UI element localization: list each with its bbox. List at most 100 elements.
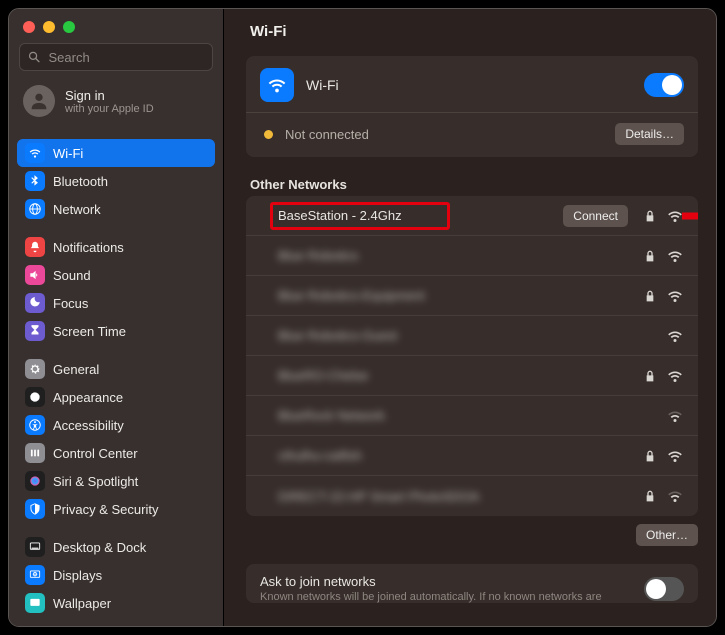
network-name: Blue Robotics-Equipment bbox=[278, 288, 634, 303]
network-row[interactable]: DIRECT-22-HP Smart PhotoSDOA bbox=[246, 476, 698, 516]
sidebar-item-privacy-security[interactable]: Privacy & Security bbox=[17, 495, 215, 523]
sidebar-item-bluetooth[interactable]: Bluetooth bbox=[17, 167, 215, 195]
wifi-icon bbox=[260, 68, 294, 102]
connect-button[interactable]: Connect bbox=[563, 205, 628, 227]
sidebar-item-accessibility[interactable]: Accessibility bbox=[17, 411, 215, 439]
sidebar-item-wi-fi[interactable]: Wi-Fi bbox=[17, 139, 215, 167]
sidebar-item-label: Notifications bbox=[53, 240, 124, 255]
network-name: cthulhu-catfish bbox=[278, 448, 634, 463]
search-icon bbox=[28, 50, 41, 64]
network-list: BaseStation - 2.4GhzConnect Blue Robotics… bbox=[246, 196, 698, 516]
ask-title: Ask to join networks bbox=[260, 574, 632, 589]
bluetooth-icon bbox=[25, 171, 45, 191]
network-name: BlueRock Network bbox=[278, 408, 634, 423]
sidebar-item-desktop-dock[interactable]: Desktop & Dock bbox=[17, 533, 215, 561]
close-window[interactable] bbox=[23, 21, 35, 33]
ask-to-join-panel: Ask to join networks Known networks will… bbox=[246, 564, 698, 603]
ask-toggle[interactable] bbox=[644, 577, 684, 601]
sidebar-item-appearance[interactable]: Appearance bbox=[17, 383, 215, 411]
sidebar-item-control-center[interactable]: Control Center bbox=[17, 439, 215, 467]
network-row[interactable]: BaseStation - 2.4GhzConnect bbox=[246, 196, 698, 236]
lock-icon bbox=[642, 288, 658, 304]
wifi-toggle[interactable] bbox=[644, 73, 684, 97]
sidebar-item-label: Siri & Spotlight bbox=[53, 474, 138, 489]
dock-icon bbox=[25, 537, 45, 557]
search-field[interactable] bbox=[19, 43, 213, 71]
privacy-icon bbox=[25, 499, 45, 519]
siri-icon bbox=[25, 471, 45, 491]
sidebar-item-label: Bluetooth bbox=[53, 174, 108, 189]
status-indicator bbox=[264, 130, 273, 139]
sidebar-item-notifications[interactable]: Notifications bbox=[17, 233, 215, 261]
sidebar-item-label: General bbox=[53, 362, 99, 377]
search-input[interactable] bbox=[47, 49, 205, 66]
gear-icon bbox=[25, 359, 45, 379]
focus-icon bbox=[25, 293, 45, 313]
ask-subtitle: Known networks will be joined automatica… bbox=[260, 591, 632, 603]
wifi-signal-icon bbox=[666, 207, 684, 225]
page-title: Wi-Fi bbox=[224, 9, 716, 50]
sign-in-row[interactable]: Sign in with your Apple ID bbox=[9, 75, 223, 129]
sidebar-item-label: Wi-Fi bbox=[53, 146, 83, 161]
sidebar-item-label: Screen Time bbox=[53, 324, 126, 339]
other-networks-label: Other Networks bbox=[250, 177, 694, 192]
sign-in-title: Sign in bbox=[65, 88, 154, 103]
sidebar-item-screen-time[interactable]: Screen Time bbox=[17, 317, 215, 345]
sidebar-item-label: Control Center bbox=[53, 446, 138, 461]
wifi-status-text: Not connected bbox=[285, 127, 369, 142]
network-row[interactable]: Blue Robotics bbox=[246, 236, 698, 276]
network-name: BlueRO-Chelse bbox=[278, 368, 634, 383]
wifi-status-panel: Wi-Fi Not connected Details… bbox=[246, 56, 698, 157]
network-name: Blue Robotics-Guest bbox=[278, 328, 634, 343]
appearance-icon bbox=[25, 387, 45, 407]
sidebar-item-wallpaper[interactable]: Wallpaper bbox=[17, 589, 215, 617]
sidebar-item-siri-spotlight[interactable]: Siri & Spotlight bbox=[17, 467, 215, 495]
wifi-signal-icon bbox=[666, 447, 684, 465]
network-row[interactable]: Blue Robotics-Equipment bbox=[246, 276, 698, 316]
wifi-signal-icon bbox=[666, 327, 684, 345]
sidebar: Sign in with your Apple ID Wi-Fi Bluetoot… bbox=[9, 9, 224, 626]
avatar bbox=[23, 85, 55, 117]
network-name: DIRECT-22-HP Smart PhotoSDOA bbox=[278, 489, 634, 504]
network-icon bbox=[25, 199, 45, 219]
network-row[interactable]: BlueRO-Chelse bbox=[246, 356, 698, 396]
bell-icon bbox=[25, 237, 45, 257]
lock-icon bbox=[642, 488, 658, 504]
sidebar-item-network[interactable]: Network bbox=[17, 195, 215, 223]
maximize-window[interactable] bbox=[63, 21, 75, 33]
wifi-card-title: Wi-Fi bbox=[306, 77, 339, 93]
network-row[interactable]: Blue Robotics-Guest bbox=[246, 316, 698, 356]
sidebar-item-label: Sound bbox=[53, 268, 91, 283]
sidebar-item-label: Network bbox=[53, 202, 101, 217]
details-button[interactable]: Details… bbox=[615, 123, 684, 145]
wifi-signal-icon bbox=[666, 487, 684, 505]
sidebar-item-label: Privacy & Security bbox=[53, 502, 158, 517]
sign-in-subtitle: with your Apple ID bbox=[65, 103, 154, 115]
main-content: Wi-Fi Wi-Fi Not connected Details… Other… bbox=[224, 9, 716, 626]
network-row[interactable]: cthulhu-catfish bbox=[246, 436, 698, 476]
other-network-button[interactable]: Other… bbox=[636, 524, 698, 546]
sidebar-item-focus[interactable]: Focus bbox=[17, 289, 215, 317]
lock-icon bbox=[642, 248, 658, 264]
sidebar-item-label: Wallpaper bbox=[53, 596, 111, 611]
sidebar-item-label: Appearance bbox=[53, 390, 123, 405]
wifi-signal-icon bbox=[666, 367, 684, 385]
wifi-icon bbox=[25, 143, 45, 163]
window-controls bbox=[9, 9, 223, 33]
wallpaper-icon bbox=[25, 593, 45, 613]
lock-icon bbox=[642, 368, 658, 384]
sidebar-item-label: Desktop & Dock bbox=[53, 540, 146, 555]
wifi-signal-icon bbox=[666, 287, 684, 305]
sidebar-item-label: Focus bbox=[53, 296, 88, 311]
network-name: Blue Robotics bbox=[278, 248, 634, 263]
sidebar-item-general[interactable]: General bbox=[17, 355, 215, 383]
displays-icon bbox=[25, 565, 45, 585]
network-row[interactable]: BlueRock Network bbox=[246, 396, 698, 436]
minimize-window[interactable] bbox=[43, 21, 55, 33]
hourglass-icon bbox=[25, 321, 45, 341]
wifi-signal-icon bbox=[666, 407, 684, 425]
sidebar-item-displays[interactable]: Displays bbox=[17, 561, 215, 589]
sound-icon bbox=[25, 265, 45, 285]
sidebar-item-sound[interactable]: Sound bbox=[17, 261, 215, 289]
wifi-signal-icon bbox=[666, 247, 684, 265]
